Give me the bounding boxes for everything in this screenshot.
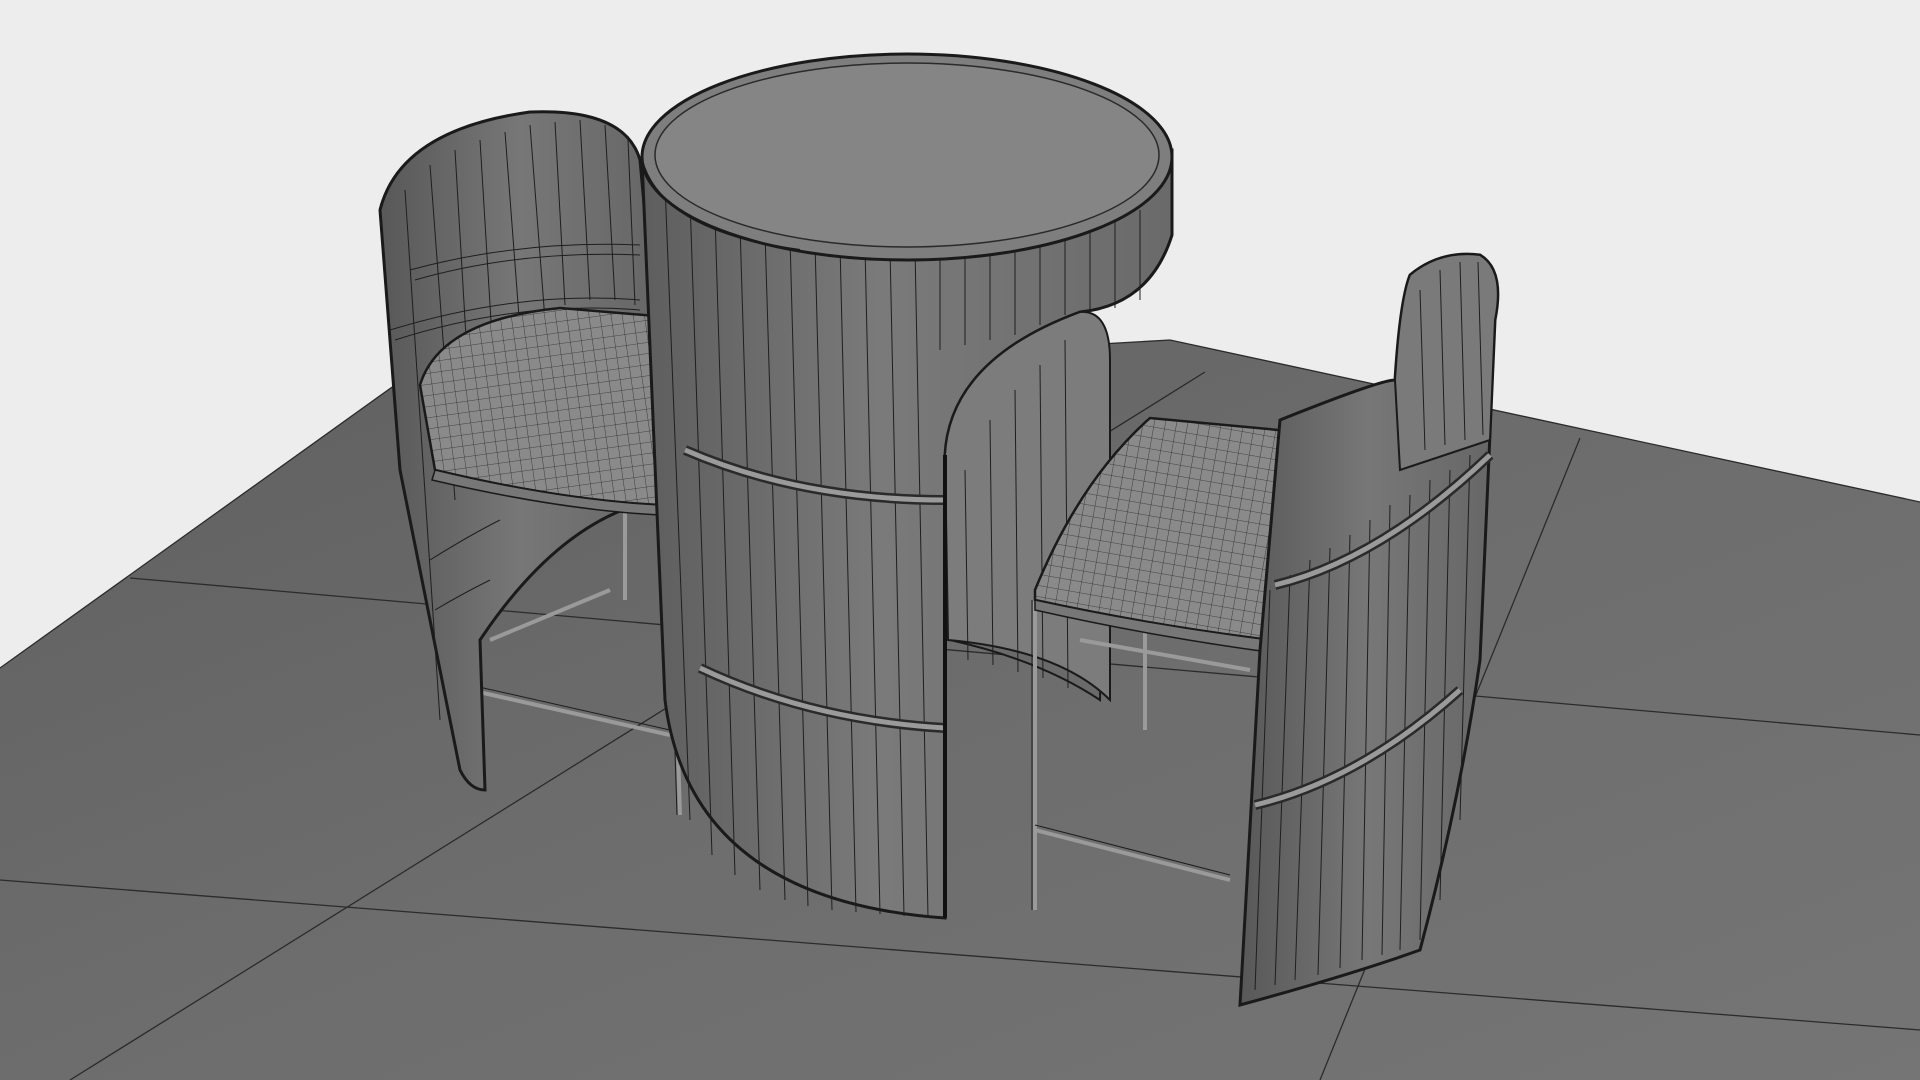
3d-viewport[interactable] [0, 0, 1920, 1080]
viewport-canvas[interactable] [0, 0, 1920, 1080]
